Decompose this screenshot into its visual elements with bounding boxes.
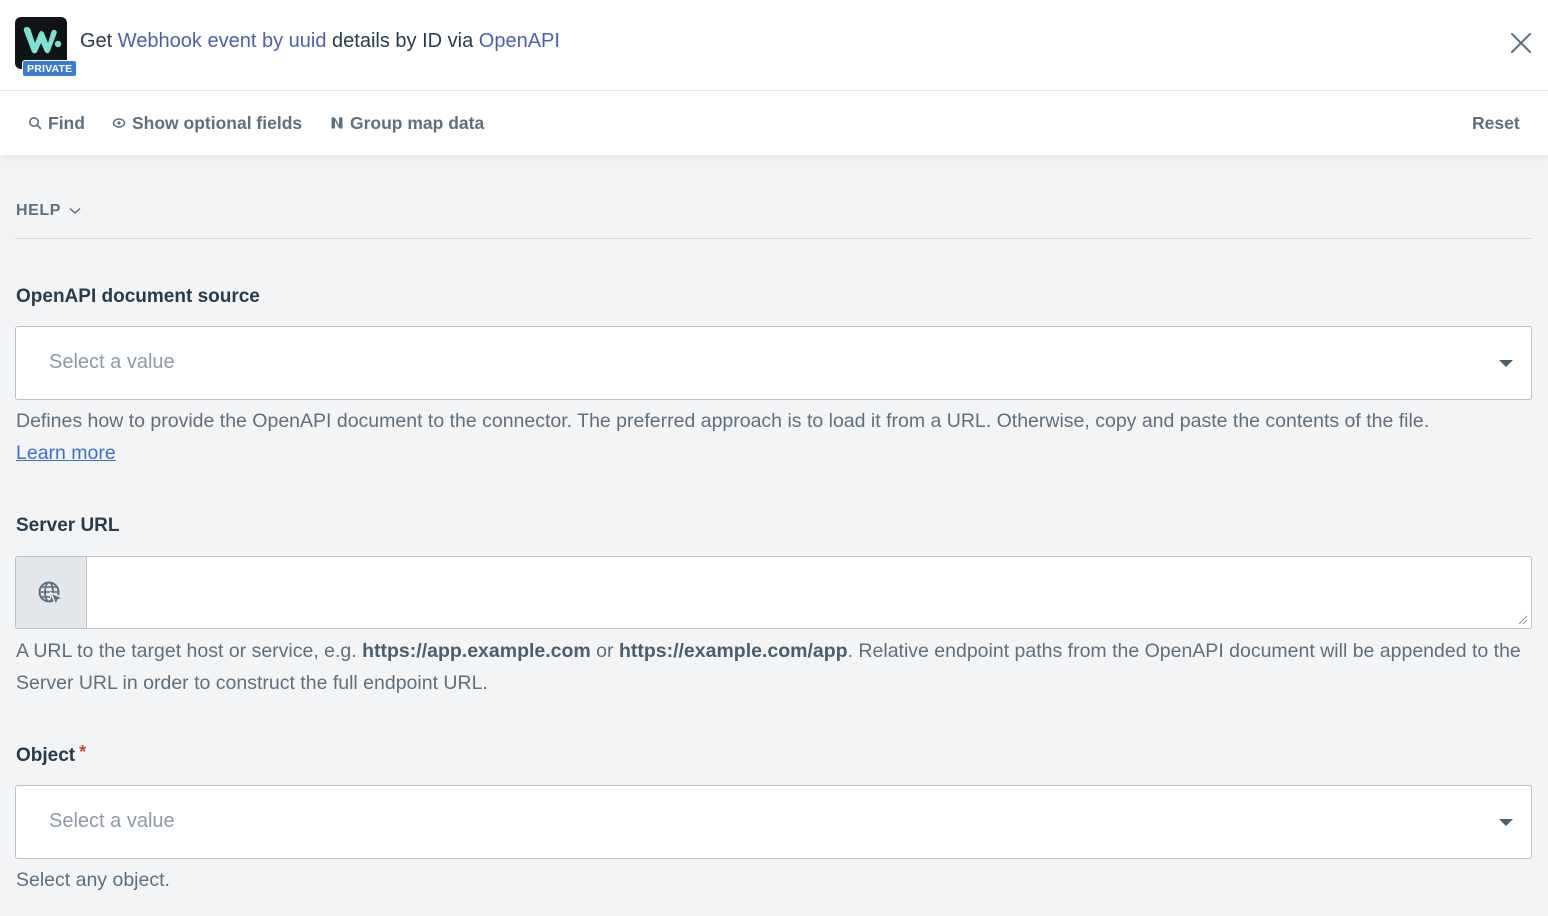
server-url-hint: A URL to the target host or service, e.g… [16,635,1536,699]
caret-down-icon [1499,360,1513,367]
object-select[interactable]: Select a value [15,785,1532,859]
object-hint: Select any object. [16,869,170,891]
hint-text: A URL to the target host or service, e.g… [16,640,363,662]
close-button[interactable] [1508,30,1534,56]
server-url-input[interactable] [88,557,1531,628]
openapi-source-label: OpenAPI document source [16,286,260,307]
private-badge: PRIVATE [22,60,78,77]
webhook-logo-icon [23,27,62,54]
page-title: Get Webhook event by uuid details by ID … [80,30,560,53]
help-label: HELP [16,202,62,219]
group-map-data-button[interactable]: Group map data [330,111,484,135]
group-map-label: Group map data [350,112,485,133]
hint-text: or [590,640,619,662]
example-url: https://example.com/app [618,640,848,662]
search-icon [28,116,42,130]
title-link-connector[interactable]: OpenAPI [479,30,560,52]
title-link-object[interactable]: Webhook event by uuid [118,30,327,52]
show-optional-fields-button[interactable]: Show optional fields [112,111,302,135]
show-optional-label: Show optional fields [132,112,303,133]
server-url-field [15,556,1532,629]
example-url: https://app.example.com [362,640,591,662]
server-url-prefix [16,557,87,628]
find-button[interactable]: Find [28,111,85,135]
close-icon [1511,33,1531,53]
object-label: Object * [16,742,87,767]
learn-more-link[interactable]: Learn more [16,442,116,464]
title-text: details by ID via [326,30,479,52]
globe-cursor-icon [38,581,65,607]
resize-handle-icon[interactable] [1516,613,1528,625]
chevron-down-icon [69,207,81,215]
eye-icon [112,116,126,130]
openapi-source-select[interactable]: Select a value [15,326,1532,400]
object-label-text: Object [16,745,76,766]
object-placeholder: Select a value [49,810,175,832]
caret-down-icon [1499,819,1513,826]
title-text: Get [80,30,118,52]
header: PRIVATE Get Webhook event by uuid detail… [0,0,1548,91]
group-icon [330,116,344,130]
openapi-source-placeholder: Select a value [49,351,175,373]
reset-button[interactable]: Reset [1472,111,1520,135]
toolbar: Find Show optional fields Group map data… [0,91,1548,155]
find-label: Find [48,112,85,133]
help-divider [15,238,1532,239]
required-indicator: * [79,742,87,762]
help-toggle[interactable]: HELP [16,202,81,220]
openapi-source-hint: Defines how to provide the OpenAPI docum… [16,405,1536,469]
openapi-source-hint-text: Defines how to provide the OpenAPI docum… [16,410,1430,432]
server-url-label: Server URL [16,515,120,536]
